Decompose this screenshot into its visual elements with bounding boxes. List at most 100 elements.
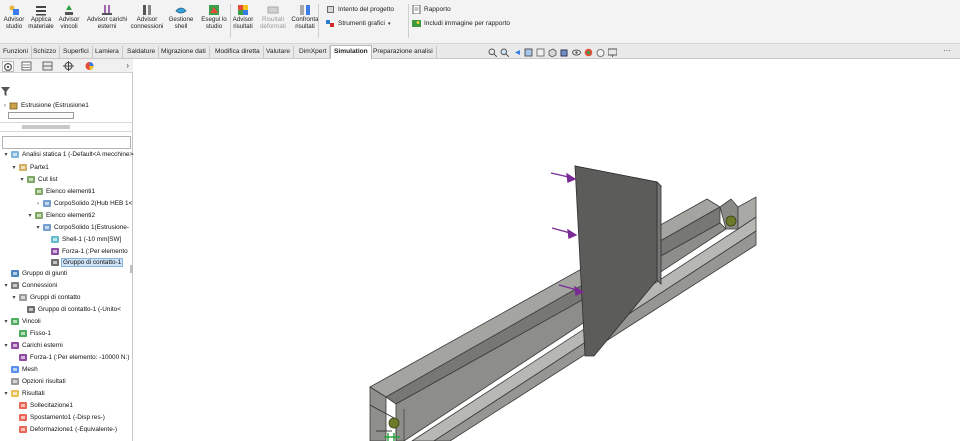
- display-style-icon[interactable]: [560, 48, 569, 59]
- tree-node[interactable]: Gruppo di contatto-1 (-Unito<: [18, 304, 121, 316]
- tree-node[interactable]: ▾ Vincoli: [2, 316, 41, 328]
- tree-node[interactable]: › CorpoSolido 2(Hub HEB 1<: [34, 198, 132, 210]
- tab-modifica-diretta[interactable]: Modifica diretta: [212, 46, 264, 58]
- fixtures-advisor-icon: [56, 4, 82, 16]
- display-manager-tab[interactable]: [84, 61, 96, 72]
- expand-toggle-icon[interactable]: ▾: [34, 222, 42, 234]
- run-study-button[interactable]: Esegui lo studio: [200, 4, 228, 31]
- report-button[interactable]: Rapporto: [412, 4, 451, 15]
- apply-material-button[interactable]: Applica materiale: [28, 4, 54, 31]
- tab-simulation[interactable]: Simulation: [330, 45, 372, 59]
- chevron-right-icon: ›: [4, 103, 6, 109]
- zoom-to-fit-icon[interactable]: [488, 48, 498, 59]
- tab-superfici[interactable]: Superfici: [60, 46, 93, 58]
- tree-node[interactable]: ▾ CorpoSolido 1(Estrusione-: [34, 222, 129, 234]
- tab-lamiera[interactable]: Lamiera: [92, 46, 123, 58]
- shell-plate[interactable]: [574, 165, 663, 357]
- tree-node[interactable]: Gruppo di giunti: [2, 268, 67, 280]
- external-loads-advisor-button[interactable]: Advisor carichi esterni: [86, 4, 128, 31]
- viewport-menu-icon[interactable]: ⋯: [943, 46, 951, 55]
- dynamic-annotation-icon[interactable]: [536, 48, 545, 59]
- edit-appearance-icon[interactable]: [584, 48, 593, 59]
- plot-tools-button[interactable]: Strumenti grafici ▾: [326, 18, 390, 29]
- filter-icon[interactable]: [1, 87, 10, 98]
- strain-plot-icon: [18, 425, 28, 434]
- tree-node[interactable]: ▾ Carichi esterni: [2, 340, 63, 352]
- design-intent-button[interactable]: Intento del progetto: [326, 4, 394, 15]
- tab-schizzo[interactable]: Schizzo: [30, 46, 61, 58]
- previous-view-icon[interactable]: [512, 48, 521, 59]
- graphics-area[interactable]: [134, 59, 960, 441]
- compare-results-button[interactable]: Confronta risultati: [289, 4, 321, 31]
- expand-toggle-icon[interactable]: ▾: [2, 149, 10, 161]
- expand-toggle-icon[interactable]: ▾: [10, 162, 18, 174]
- model-canvas[interactable]: [134, 59, 960, 441]
- tree-node[interactable]: Spostamento1 (-Disp res-): [10, 412, 105, 424]
- property-manager-tab[interactable]: [21, 61, 33, 72]
- force-icon: [50, 247, 60, 256]
- advisor-study-button[interactable]: Advisor studio: [2, 4, 26, 31]
- tree-node[interactable]: Mesh: [2, 364, 38, 376]
- zoom-to-area-icon[interactable]: [500, 48, 510, 59]
- tree-node[interactable]: Fisso-1: [10, 328, 51, 340]
- tree-filter-input[interactable]: [2, 136, 131, 149]
- apply-scene-icon[interactable]: [596, 48, 605, 59]
- tree-node[interactable]: Elenco elementi1: [26, 186, 95, 198]
- expand-toggle-icon[interactable]: ▾: [10, 292, 18, 304]
- tree-node[interactable]: ▾ Elenco elementi2: [26, 210, 95, 222]
- breadcrumb[interactable]: › Estrusione (Estrusione1: [1, 100, 89, 112]
- feature-manager-tab[interactable]: [2, 61, 14, 72]
- configuration-manager-tab[interactable]: [42, 61, 54, 72]
- tree-node[interactable]: Shell-1 (-10 mm[SW]: [42, 234, 121, 246]
- tab-migrazione-dati[interactable]: Migrazione dati: [158, 46, 210, 58]
- tab-saldature[interactable]: Saldature: [124, 46, 160, 58]
- expand-toggle-icon[interactable]: ▾: [26, 210, 34, 222]
- hide-show-items-icon[interactable]: [572, 48, 581, 59]
- solid-body-icon: [42, 199, 52, 208]
- feature-input-field[interactable]: [8, 112, 74, 119]
- expand-toggle-icon[interactable]: ▾: [2, 388, 10, 400]
- expand-toggle-icon[interactable]: ▾: [2, 280, 10, 292]
- deformed-results-button[interactable]: Risultati deformati: [258, 4, 288, 31]
- view-orientation-icon[interactable]: [548, 48, 557, 59]
- expand-toggle-icon[interactable]: ▾: [2, 340, 10, 352]
- chevron-right-icon[interactable]: ›: [126, 61, 129, 70]
- tab-valutare[interactable]: Valutare: [263, 46, 295, 58]
- tree-node[interactable]: Deformazione1 (-Equivalente-): [10, 424, 117, 436]
- tab-preparazione-analisi[interactable]: Preparazione analisi: [370, 46, 437, 58]
- panel-splitter[interactable]: [22, 125, 70, 129]
- tree-node[interactable]: ▾ Gruppi di contatto: [10, 292, 80, 304]
- display-manager-icon: [85, 62, 94, 70]
- tree-node[interactable]: ▾ Cut list: [18, 174, 58, 186]
- tree-node[interactable]: ▾ Connessioni: [2, 280, 57, 292]
- tree-node-label: Opzioni risultati: [22, 378, 66, 385]
- panel-resize-grip[interactable]: [130, 265, 133, 273]
- tree-node[interactable]: ▾ Parte1: [10, 162, 49, 174]
- expand-toggle-icon[interactable]: ▾: [2, 316, 10, 328]
- tree-node[interactable]: Opzioni risultati: [2, 376, 66, 388]
- tree-node[interactable]: ▾ Risultati: [2, 388, 45, 400]
- section-view-icon[interactable]: [524, 48, 533, 59]
- fixtures-advisor-button[interactable]: Advisor vincoli: [56, 4, 82, 31]
- tree-node[interactable]: ▾ Analisi statica 1 (-Default<A mecchine>…: [2, 149, 137, 161]
- tab-dimxpert[interactable]: DimXpert: [296, 46, 331, 58]
- include-image-button[interactable]: Includi immagine per rapporto: [412, 18, 510, 29]
- solid-body-icon: [42, 223, 52, 232]
- ribbon-button-label: Confronta risultati: [291, 16, 319, 30]
- tab-funzioni[interactable]: Funzioni: [0, 46, 32, 58]
- tree-node[interactable]: Sollecitazione1: [10, 400, 73, 412]
- connections-advisor-button[interactable]: Advisor connessioni: [129, 4, 165, 31]
- divider: [0, 122, 133, 123]
- tree-node-label: Risultati: [22, 390, 45, 397]
- expand-toggle-icon[interactable]: ▾: [18, 174, 26, 186]
- beam-body[interactable]: [369, 196, 757, 441]
- results-advisor-button[interactable]: Advisor risultati: [230, 4, 256, 31]
- tree-node-label: Sollecitazione1: [30, 402, 73, 409]
- tree-node-label: Spostamento1 (-Disp res-): [30, 414, 105, 421]
- chevron-right-icon[interactable]: ›: [34, 198, 42, 210]
- dimxpert-manager-tab[interactable]: [63, 61, 75, 72]
- feature-manager-panel: › › Estrusione (Estrusione1 ▾ Analisi stat…: [0, 59, 137, 441]
- shell-manager-button[interactable]: Gestione shell: [166, 4, 196, 31]
- view-settings-icon[interactable]: [607, 48, 618, 59]
- tree-node[interactable]: Forza-1 (:Per elemento: -10000 N:): [10, 352, 129, 364]
